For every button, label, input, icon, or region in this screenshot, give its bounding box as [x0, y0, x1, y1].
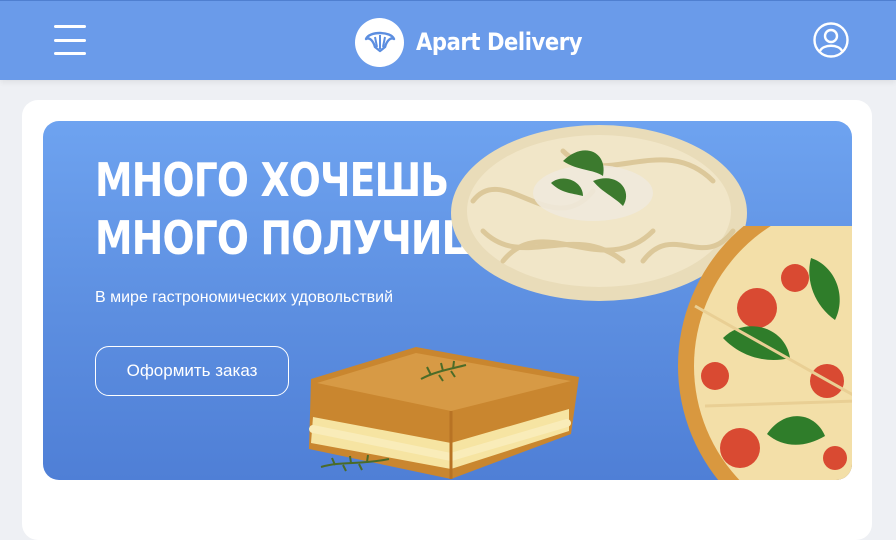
- order-button[interactable]: Оформить заказ: [95, 346, 289, 396]
- croissant-icon: [355, 17, 404, 67]
- hero-title: МНОГО ХОЧЕШЬ — МНОГО ПОЛУЧИШЬ: [95, 151, 516, 267]
- brand-name: Apart Delivery: [416, 28, 583, 56]
- grilled-cheese-sandwich-image: [309, 347, 579, 479]
- pizza-image: [678, 226, 852, 480]
- hero-title-line-1: МНОГО ХОЧЕШЬ —: [95, 153, 498, 207]
- hamburger-menu-icon[interactable]: [54, 25, 86, 55]
- brand[interactable]: Apart Delivery: [355, 17, 605, 67]
- hero-title-line-2: МНОГО ПОЛУЧИШЬ: [95, 211, 516, 265]
- user-profile-icon[interactable]: [812, 21, 850, 59]
- top-header: Apart Delivery: [0, 0, 896, 80]
- hero-banner: МНОГО ХОЧЕШЬ — МНОГО ПОЛУЧИШЬ В мире гас…: [43, 121, 852, 480]
- hero-subtitle: В мире гастрономических удовольствий: [95, 289, 394, 306]
